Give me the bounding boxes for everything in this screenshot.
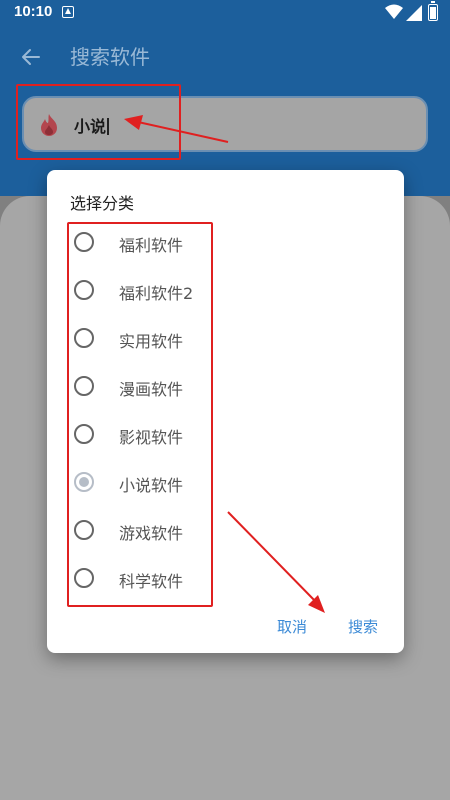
battery-icon bbox=[428, 1, 438, 21]
page-title: 搜索软件 bbox=[70, 45, 150, 69]
signal-icon bbox=[406, 5, 422, 21]
wifi-icon bbox=[385, 4, 403, 19]
highlight-box-options bbox=[67, 222, 213, 607]
status-bar: 10:10 bbox=[0, 0, 450, 26]
search-button[interactable]: 搜索 bbox=[348, 616, 378, 637]
dialog-title: 选择分类 bbox=[70, 194, 135, 213]
back-button[interactable] bbox=[14, 40, 48, 74]
notification-a-icon bbox=[62, 6, 74, 18]
status-time: 10:10 bbox=[14, 3, 53, 20]
highlight-box-search bbox=[16, 84, 181, 160]
cancel-button[interactable]: 取消 bbox=[277, 616, 307, 637]
arrow-back-icon bbox=[22, 49, 40, 65]
